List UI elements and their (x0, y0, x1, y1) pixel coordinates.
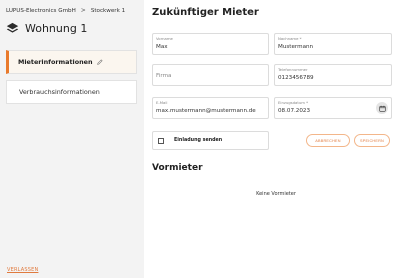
breadcrumb-separator: > (80, 7, 86, 14)
first-name-value: Max (156, 44, 168, 50)
sidebar: LUPUS-Electronics GmbH > Stockwerk 1 Woh… (0, 0, 144, 278)
pencil-icon[interactable] (96, 59, 103, 65)
leave-link[interactable]: VERLASSEN (7, 267, 38, 273)
last-name-value: Mustermann (278, 44, 314, 50)
email-field[interactable]: E-Mail max.mustermann@mustermann.de (152, 97, 269, 119)
breadcrumb-floor[interactable]: Stockwerk 1 (91, 8, 125, 14)
unit-title: Wohnung 1 (25, 22, 88, 35)
last-name-field[interactable]: Nachname * Mustermann (274, 33, 392, 55)
email-label: E-Mail (156, 100, 168, 105)
company-placeholder: Firma (156, 73, 172, 79)
move-in-date-value: 08.07.2023 (278, 108, 311, 114)
send-invitation-label: Einladung senden (174, 138, 223, 143)
company-field[interactable]: Firma (152, 64, 269, 86)
breadcrumb-company[interactable]: LUPUS-Electronics GmbH (6, 8, 76, 14)
email-value: max.mustermann@mustermann.de (156, 108, 256, 114)
first-name-field[interactable]: Vorname Max (152, 33, 269, 55)
sidebar-item-consumption-info[interactable]: Verbrauchsinformationen (6, 80, 137, 104)
layers-icon (6, 22, 19, 33)
send-invitation-checkbox[interactable] (158, 138, 164, 144)
calendar-button[interactable] (376, 102, 388, 114)
phone-field[interactable]: Telefonnummer 0123456789 (274, 64, 392, 86)
previous-tenant-heading: Vormieter (152, 163, 203, 173)
send-invitation-row[interactable]: Einladung senden (152, 131, 269, 150)
sidebar-item-label: Mieterinformationen (18, 58, 93, 66)
save-button[interactable]: SPEICHERN (354, 134, 390, 147)
sidebar-item-label: Verbrauchsinformationen (19, 88, 100, 96)
last-name-label: Nachname * (278, 36, 302, 41)
phone-value: 0123456789 (278, 75, 314, 81)
first-name-label: Vorname (156, 36, 173, 41)
no-previous-tenants-text: Keine Vormieter (256, 191, 296, 197)
move-in-date-field[interactable]: Einzugsdatum * 08.07.2023 (274, 97, 392, 119)
sidebar-item-tenant-info[interactable]: Mieterinformationen (6, 50, 137, 74)
unit-header: Wohnung 1 (6, 22, 87, 35)
cancel-button[interactable]: ABBRECHEN (306, 134, 350, 147)
calendar-icon (378, 105, 386, 112)
main-content: Zukünftiger Mieter Vorname Max Nachname … (152, 0, 400, 278)
future-tenant-heading: Zukünftiger Mieter (152, 7, 259, 18)
move-in-date-label: Einzugsdatum * (278, 100, 309, 105)
breadcrumb: LUPUS-Electronics GmbH > Stockwerk 1 (6, 7, 125, 14)
phone-label: Telefonnummer (278, 67, 308, 72)
